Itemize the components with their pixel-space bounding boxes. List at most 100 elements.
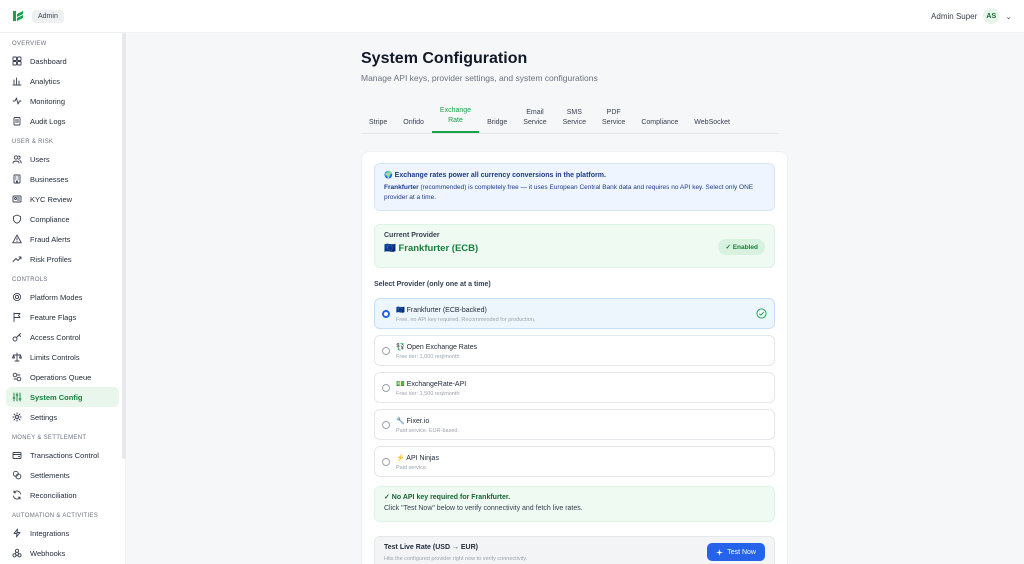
provider-subtitle: Free tier: 1,000 req/month [396, 354, 460, 360]
provider-subtitle: Free, no API key required. Recommended f… [396, 317, 536, 323]
gear-icon [12, 412, 22, 422]
sidebar-item-settings[interactable]: Settings [6, 407, 119, 427]
sidebar-item-label: Operations Queue [30, 372, 92, 382]
sidebar-item-label: Webhooks [30, 548, 66, 558]
sidebar-item-transactions-control[interactable]: Transactions Control [6, 445, 119, 465]
sidebar-item-label: Limits Controls [30, 352, 80, 362]
page-subtitle: Manage API keys, provider settings, and … [361, 73, 598, 83]
sidebar-item-label: Risk Profiles [30, 254, 72, 264]
provider-option[interactable]: 🔧 Fixer.io Paid service. EUR-based. [374, 409, 775, 440]
sidebar-item-access-control[interactable]: Access Control [6, 327, 119, 347]
sidebar-item-label: Analytics [30, 76, 61, 86]
sidebar-section-title: MONEY & SETTLEMENT [12, 435, 87, 441]
tab-label-line2: Service [523, 119, 547, 126]
page-title: System Configuration [361, 50, 528, 67]
provider-option[interactable]: 🇪🇺 Frankfurter (ECB-backed) Free, no API … [374, 298, 775, 329]
provider-radio[interactable] [382, 310, 390, 318]
sidebar-item-settlements[interactable]: Settlements [6, 465, 119, 485]
activity-icon [12, 97, 22, 105]
sidebar-item-label: Monitoring [30, 96, 66, 106]
sidebar-item-system-config[interactable]: System Config [6, 387, 119, 407]
top-bar: Admin Admin Super AS ⌄ [0, 0, 1024, 33]
exchange-rate-card: 🌍 Exchange rates power all currency conv… [361, 151, 788, 564]
provider-radio[interactable] [382, 421, 390, 429]
avatar[interactable]: AS [983, 8, 1000, 24]
sidebar-item-label: System Config [30, 392, 83, 402]
trending-icon [12, 256, 22, 262]
tab-stripe[interactable]: Stripe [361, 118, 395, 133]
sidebar: OVERVIEW Dashboard Analytics Monitoring Audi… [0, 33, 126, 564]
tab-exchange-rate[interactable]: Exchange Rate [431, 106, 480, 133]
tab-label-line1: PDF [606, 109, 621, 116]
sidebar-item-users[interactable]: Users [6, 149, 119, 169]
sidebar-item-label: Businesses [30, 174, 69, 184]
tab-label-line1: Bridge [487, 119, 508, 126]
user-menu[interactable]: Admin Super AS ⌄ [931, 8, 1012, 24]
note-text: Click "Test Now" below to verify connect… [384, 505, 583, 512]
tab-onfido[interactable]: Onfido [395, 118, 432, 133]
tab-bridge[interactable]: Bridge [479, 118, 515, 133]
provider-option[interactable]: 💱 Open Exchange Rates Free tier: 1,000 re… [374, 335, 775, 366]
provider-title: 💵 ExchangeRate-API [396, 381, 467, 388]
sidebar-item-fraud-alerts[interactable]: Fraud Alerts [6, 229, 119, 249]
sidebar-item-label: Access Control [30, 332, 81, 342]
tab-compliance[interactable]: Compliance [633, 118, 686, 133]
sidebar-item-label: Compliance [30, 214, 70, 224]
coins-icon [12, 470, 22, 480]
bar-chart-icon [12, 77, 22, 86]
chevron-down-icon[interactable]: ⌄ [1005, 12, 1012, 21]
provider-option[interactable]: 💵 ExchangeRate-API Free tier: 1,500 req/m… [374, 372, 775, 403]
queue-icon [12, 372, 22, 382]
provider-title: 💱 Open Exchange Rates [396, 344, 478, 351]
sidebar-item-label: Fraud Alerts [30, 234, 71, 244]
sidebar-section-title: OVERVIEW [12, 41, 47, 47]
tab-sms-service[interactable]: SMS Service [555, 108, 594, 133]
config-tabs: Stripe Onfido Exchange Rate Bridge Email Servi… [361, 103, 738, 133]
provider-radio[interactable] [382, 384, 390, 392]
sidebar-item-analytics[interactable]: Analytics [6, 71, 119, 91]
user-name: Admin Super [931, 11, 978, 21]
tab-pdf-service[interactable]: PDF Service [594, 108, 633, 133]
sidebar-item-reconciliation[interactable]: Reconciliation [6, 485, 119, 505]
sidebar-item-limits-controls[interactable]: Limits Controls [6, 347, 119, 367]
tab-label-line2: Rate [448, 117, 463, 124]
info-text: Frankfurter (recommended) is completely … [384, 183, 765, 202]
tab-email-service[interactable]: Email Service [515, 108, 554, 133]
provider-radio[interactable] [382, 347, 390, 355]
sidebar-item-audit-logs[interactable]: Audit Logs [6, 111, 119, 131]
sidebar-item-feature-flags[interactable]: Feature Flags [6, 307, 119, 327]
sidebar-item-risk-profiles[interactable]: Risk Profiles [6, 249, 119, 269]
sidebar-item-label: Transactions Control [30, 450, 99, 460]
provider-option[interactable]: ⚡ API Ninjas Paid service. [374, 446, 775, 477]
wallet-icon [12, 452, 22, 459]
test-now-button[interactable]: Test Now [707, 543, 765, 561]
provider-radio[interactable] [382, 458, 390, 466]
sidebar-item-compliance[interactable]: Compliance [6, 209, 119, 229]
current-provider-label: Current Provider [384, 232, 440, 239]
flag-icon [13, 312, 21, 322]
info-banner: 🌍 Exchange rates power all currency conv… [374, 163, 775, 211]
sidebar-item-operations-queue[interactable]: Operations Queue [6, 367, 119, 387]
tab-label-line1: Compliance [641, 119, 679, 126]
sidebar-item-label: Platform Modes [30, 292, 83, 302]
provider-subtitle: Free tier: 1,500 req/month [396, 391, 460, 397]
sidebar-item-monitoring[interactable]: Monitoring [6, 91, 119, 111]
grid-icon [12, 56, 22, 66]
sidebar-item-integrations[interactable]: Integrations [6, 523, 119, 543]
tab-label-line1: Onfido [403, 119, 424, 126]
sidebar-item-businesses[interactable]: Businesses [6, 169, 119, 189]
users-icon [12, 155, 22, 164]
sliders-icon [12, 392, 22, 402]
sidebar-item-dashboard[interactable]: Dashboard [6, 51, 119, 71]
provider-title: ⚡ API Ninjas [396, 455, 439, 462]
logo-icon[interactable] [12, 10, 24, 22]
current-provider-value: 🇪🇺 Frankfurter (ECB) [384, 243, 479, 254]
tab-websocket[interactable]: WebSocket [686, 118, 738, 133]
sidebar-item-webhooks[interactable]: Webhooks [6, 543, 119, 563]
sidebar-item-label: Settings [30, 412, 58, 422]
sidebar-item-platform-modes[interactable]: Platform Modes [6, 287, 119, 307]
sidebar-item-kyc-review[interactable]: KYC Review [6, 189, 119, 209]
tab-label-line1: Exchange [439, 107, 472, 114]
status-badge: ✓ Enabled [718, 239, 765, 255]
sidebar-section-title: CONTROLS [12, 277, 48, 283]
